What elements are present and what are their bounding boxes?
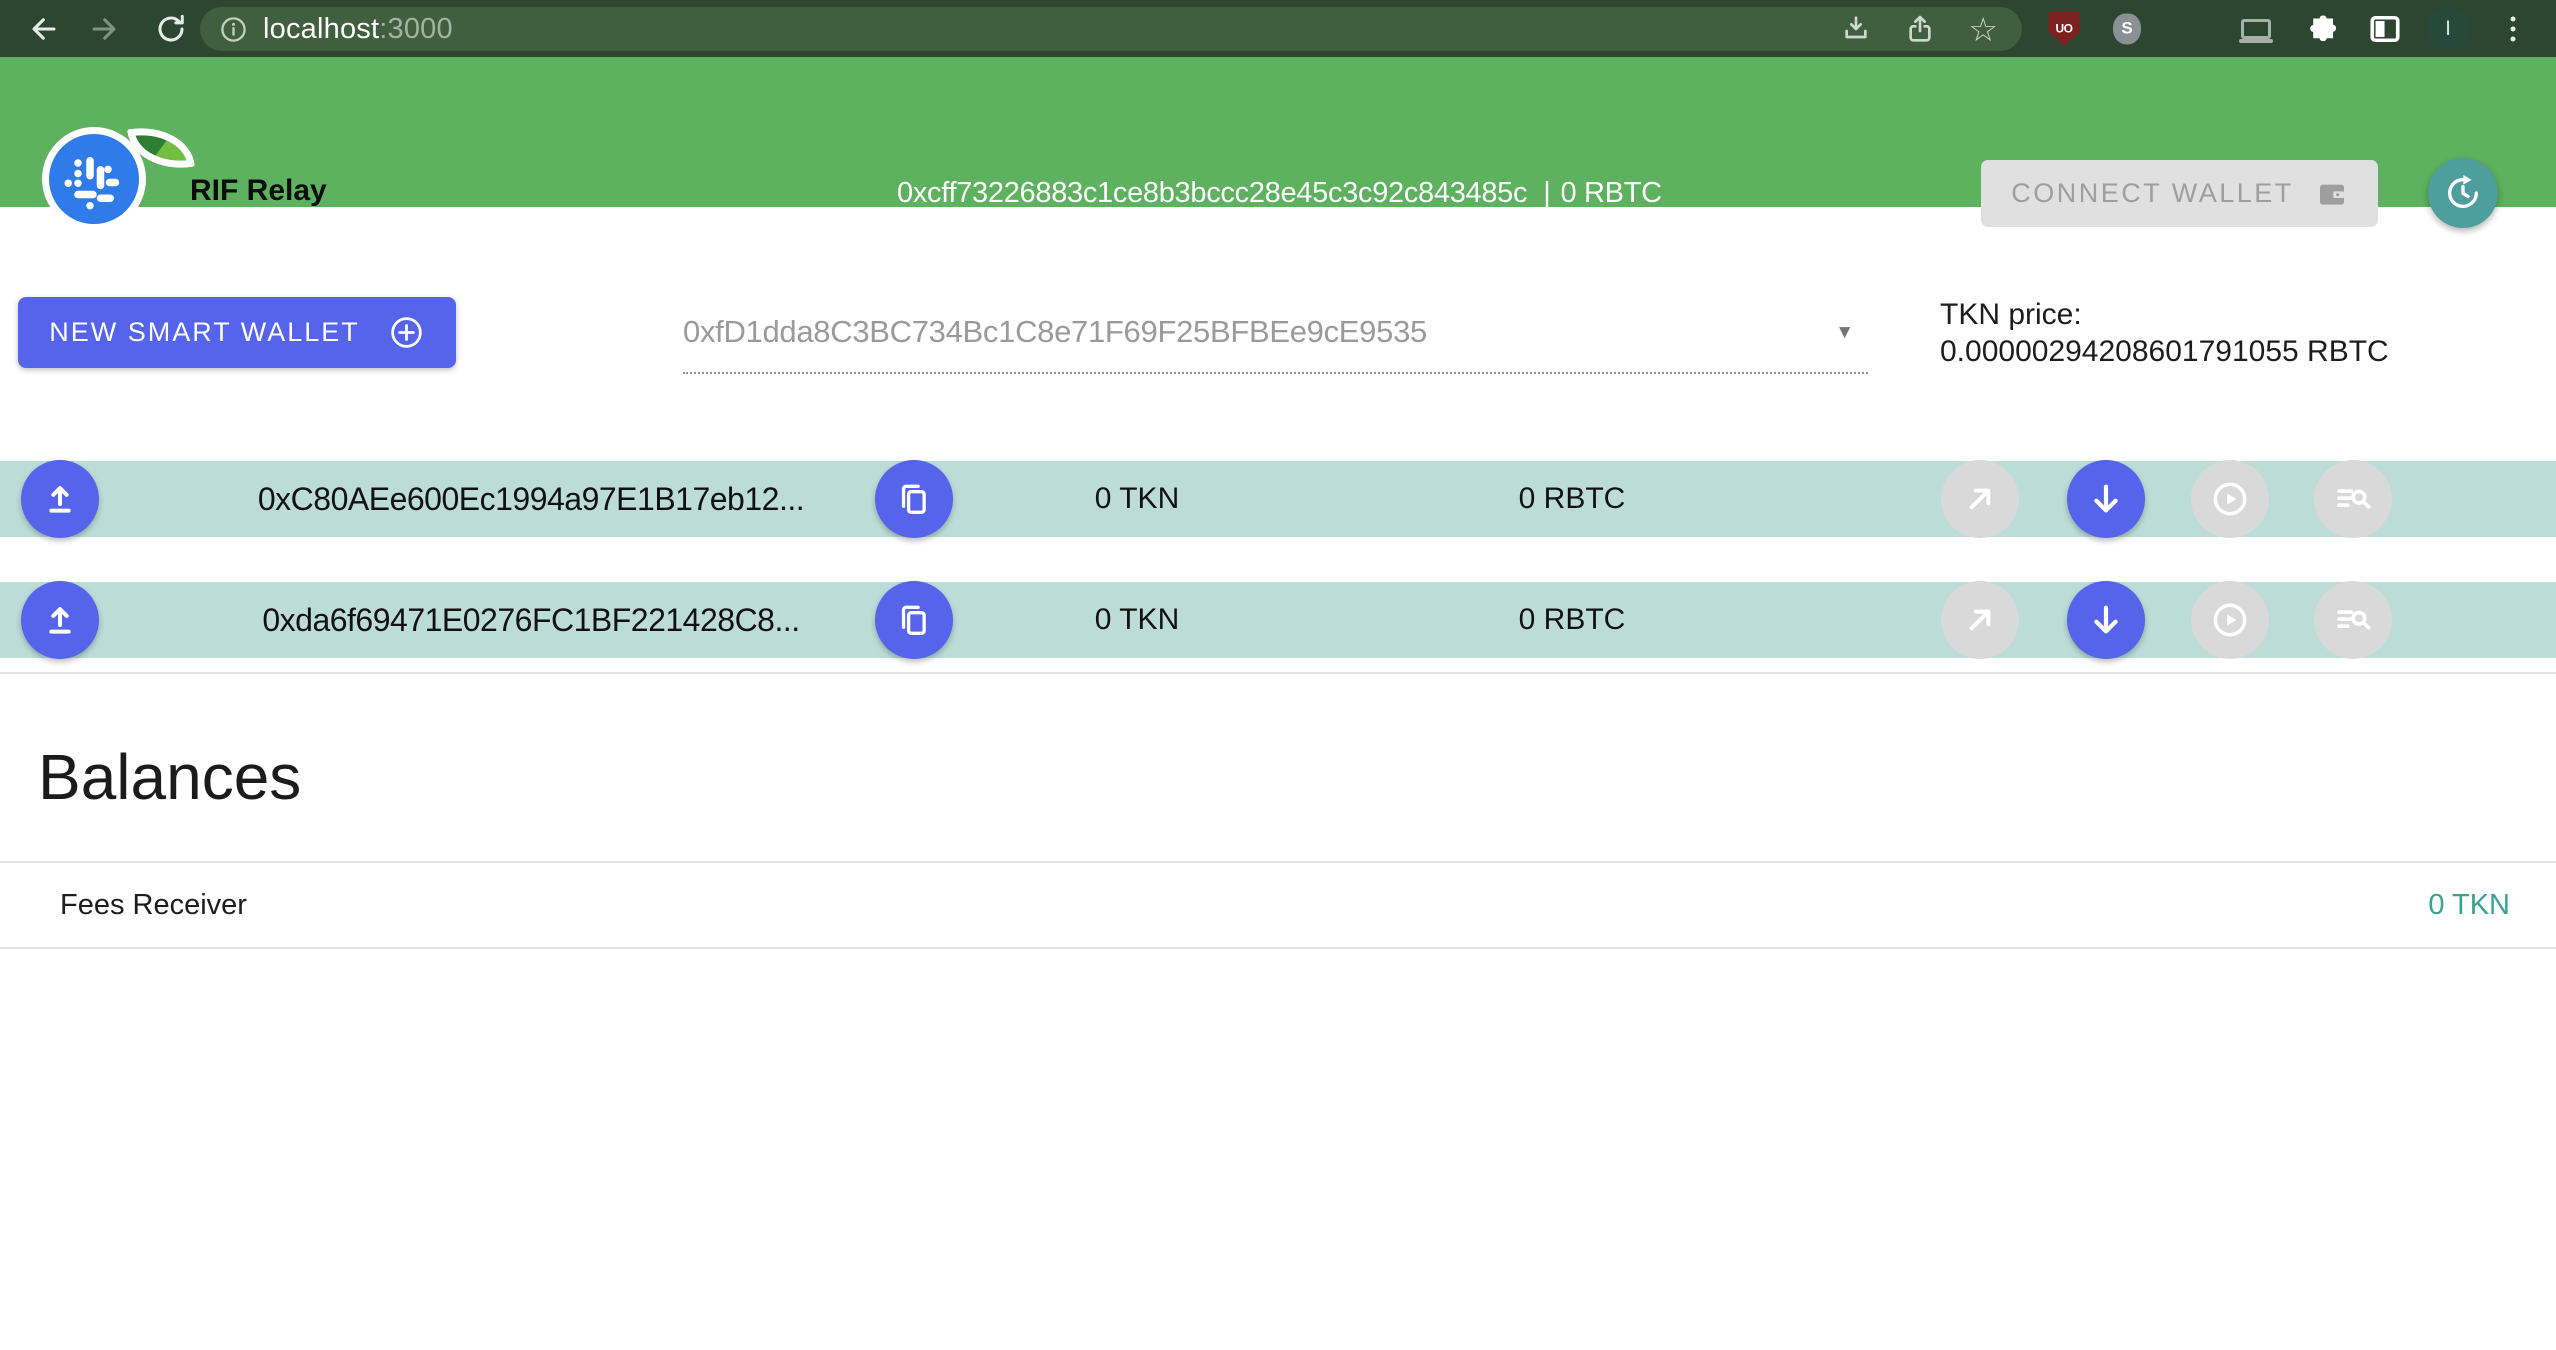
play-circle-icon [2209, 599, 2251, 641]
new-smart-wallet-label: NEW SMART WALLET [49, 317, 360, 348]
app-name: RIF Relay [190, 174, 327, 208]
app-header: RIF Relay 0xcff73226883c1ce8b3bccc28e45c… [0, 57, 2556, 207]
connect-wallet-label: CONNECT WALLET [2011, 178, 2294, 209]
install-app-icon[interactable] [1840, 13, 1872, 45]
laptop-extension-icon[interactable] [2241, 19, 2271, 39]
logo-dots-pattern [51, 136, 141, 226]
forward-icon[interactable] [87, 12, 121, 46]
copy-icon [895, 601, 933, 639]
share-icon[interactable] [1904, 13, 1936, 45]
manage-search-icon [2332, 478, 2374, 520]
wallet-address: 0xC80AEe600Ec1994a97E1B17eb12... [231, 461, 831, 537]
play-circle-icon [2209, 478, 2251, 520]
url-port: :3000 [379, 13, 453, 45]
copy-address-button[interactable] [875, 460, 953, 538]
wallet-icon [2316, 178, 2348, 210]
arrow-up-right-icon [1960, 479, 2000, 519]
profile-initial: I [2445, 17, 2451, 41]
new-smart-wallet-button[interactable]: NEW SMART WALLET [18, 297, 456, 368]
copy-icon [895, 480, 933, 518]
wallet-token-balance: 0 TKN [1037, 582, 1237, 658]
deploy-upload-button[interactable] [21, 460, 99, 538]
execute-button[interactable] [2191, 460, 2269, 538]
site-info-icon[interactable] [218, 14, 249, 45]
arrow-up-right-icon [1960, 600, 2000, 640]
back-icon[interactable] [27, 12, 61, 46]
surfshark-label: S [2121, 19, 2132, 39]
url-host: localhost [263, 13, 379, 45]
token-price: TKN price: 0.00000294208601791055 RBTC [1940, 296, 2500, 370]
header-account: 0xcff73226883c1ce8b3bccc28e45c3c92c84348… [897, 177, 1662, 210]
fees-row-bottom-divider [0, 947, 2556, 949]
profile-avatar[interactable]: I [2427, 8, 2469, 50]
history-refresh-icon [2443, 173, 2483, 213]
token-dropdown-value: 0xfD1dda8C3BC734Bc1C8e71F69F25BFBEe9cE95… [683, 314, 1427, 350]
url-text: localhost:3000 [263, 13, 453, 46]
smart-wallet-row: 0xda6f69471E0276FC1BF221428C8... 0 TKN 0… [0, 582, 2556, 658]
sidebar-toggle-icon[interactable] [2367, 11, 2403, 47]
copy-address-button[interactable] [875, 581, 953, 659]
upload-icon [40, 479, 80, 519]
fees-receiver-value: 0 TKN [2428, 889, 2510, 922]
transfer-button[interactable] [1941, 460, 2019, 538]
wallet-address: 0xda6f69471E0276FC1BF221428C8... [231, 582, 831, 658]
rif-relay-logo [42, 123, 182, 249]
refresh-button[interactable] [2428, 158, 2498, 228]
fees-receiver-row: Fees Receiver 0 TKN [0, 861, 2556, 947]
arrow-down-icon [2085, 478, 2127, 520]
bookmark-star-icon[interactable]: ☆ [1968, 13, 1998, 46]
header-account-address: 0xcff73226883c1ce8b3bccc28e45c3c92c84348… [897, 177, 1527, 209]
connect-wallet-button[interactable]: CONNECT WALLET [1981, 160, 2378, 227]
execute-button[interactable] [2191, 581, 2269, 659]
wallet-rbtc-balance: 0 RBTC [1462, 461, 1682, 537]
inspect-transactions-button[interactable] [2314, 581, 2392, 659]
add-circle-icon [388, 314, 425, 351]
header-account-balance: 0 RBTC [1560, 177, 1661, 209]
reload-icon[interactable] [155, 12, 188, 45]
inspect-transactions-button[interactable] [2314, 460, 2392, 538]
rows-divider [0, 672, 2556, 674]
ublock-label: UO [2056, 22, 2073, 36]
upload-icon [40, 600, 80, 640]
token-address-dropdown[interactable]: 0xfD1dda8C3BC734Bc1C8e71F69F25BFBEe9cE95… [683, 300, 1868, 374]
token-price-label: TKN price: [1940, 296, 2500, 333]
wallet-rbtc-balance: 0 RBTC [1462, 582, 1682, 658]
extensions-puzzle-icon[interactable] [2304, 12, 2338, 46]
browser-menu-icon[interactable] [2511, 16, 2516, 41]
wallet-token-balance: 0 TKN [1037, 461, 1237, 537]
arrow-down-icon [2085, 599, 2127, 641]
receive-button[interactable] [2067, 581, 2145, 659]
token-price-value: 0.00000294208601791055 RBTC [1940, 333, 2500, 370]
receive-button[interactable] [2067, 460, 2145, 538]
account-separator: | [1543, 177, 1550, 209]
ublock-extension-icon[interactable]: UO [2049, 11, 2080, 46]
balances-title: Balances [38, 740, 301, 814]
chevron-down-icon: ▼ [1835, 322, 1854, 344]
smart-wallet-row: 0xC80AEe600Ec1994a97E1B17eb12... 0 TKN 0… [0, 461, 2556, 537]
manage-search-icon [2332, 599, 2374, 641]
deploy-upload-button[interactable] [21, 581, 99, 659]
browser-toolbar: localhost:3000 ☆ UO S I [0, 0, 2556, 57]
url-bar[interactable]: localhost:3000 ☆ [200, 7, 2022, 51]
transfer-button[interactable] [1941, 581, 2019, 659]
surfshark-extension-icon[interactable]: S [2113, 13, 2141, 44]
fees-receiver-label: Fees Receiver [60, 889, 247, 922]
